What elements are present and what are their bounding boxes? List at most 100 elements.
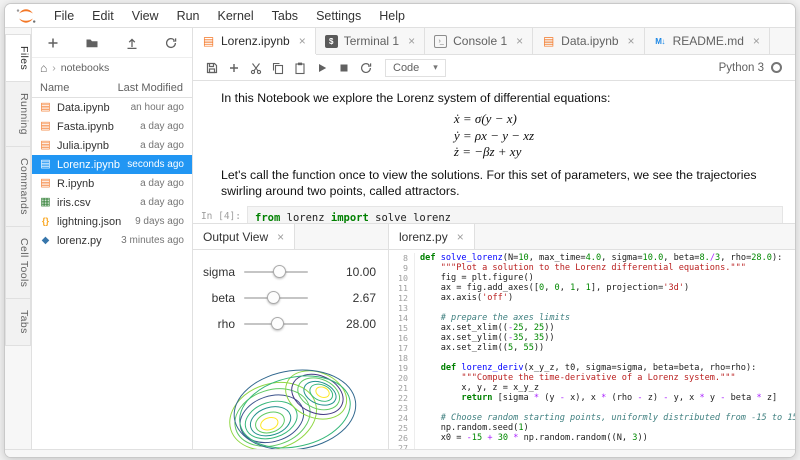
code-text: x0 = -15 + 30 * np.random.random((N, 3)) bbox=[420, 433, 648, 443]
slider-label: sigma bbox=[202, 265, 235, 279]
output-view-tab[interactable]: Output View bbox=[193, 224, 296, 249]
bottom-dock: Output View sigma 10.00 bbox=[193, 223, 795, 451]
slider-row: rho 28.00 bbox=[195, 311, 378, 337]
line-number: 15 bbox=[389, 323, 415, 333]
line-number: 12 bbox=[389, 293, 415, 303]
column-header-name[interactable]: Name bbox=[40, 82, 69, 94]
code-cell[interactable]: In [4]: from lorenz import solve_lorenzt… bbox=[199, 206, 783, 223]
notebook-content[interactable]: In this Notebook we explore the Lorenz s… bbox=[193, 81, 795, 223]
slider-track[interactable] bbox=[244, 291, 308, 304]
stop-button[interactable] bbox=[333, 57, 355, 79]
slider-handle[interactable] bbox=[270, 317, 284, 330]
sidebar-tab[interactable]: Commands bbox=[5, 146, 31, 227]
menu-items: File Edit View Run Kernel Tabs Settings Help bbox=[45, 9, 414, 23]
file-row[interactable]: Lorenz.ipynb seconds ago bbox=[32, 155, 192, 174]
dock-tab[interactable]: Console 1 bbox=[425, 28, 534, 54]
cell-type-dropdown[interactable]: Code ▾ bbox=[385, 58, 446, 77]
menu-item[interactable]: Help bbox=[370, 9, 414, 23]
file-row[interactable]: Julia.ipynb a day ago bbox=[32, 136, 192, 155]
file-row[interactable]: lightning.json 9 days ago bbox=[32, 212, 192, 231]
menu-item[interactable]: Kernel bbox=[209, 9, 263, 23]
slider-handle[interactable] bbox=[273, 265, 287, 278]
run-button[interactable] bbox=[311, 57, 333, 79]
sidebar-tab[interactable]: Tabs bbox=[5, 298, 31, 347]
main-dock: Lorenz.ipynb Terminal 1 Console 1 bbox=[193, 28, 795, 451]
slider-track[interactable] bbox=[244, 317, 308, 330]
restart-kernel-button[interactable] bbox=[355, 57, 377, 79]
new-launcher-button[interactable] bbox=[46, 36, 60, 50]
file-list-header: Name Last Modified bbox=[32, 78, 192, 98]
cell-input-area[interactable]: from lorenz import solve_lorenzt, x_t = … bbox=[247, 206, 783, 223]
code-line: 16 ax.set_ylim((-35, 35)) bbox=[389, 333, 795, 343]
sidebar-tab[interactable]: Running bbox=[5, 81, 31, 148]
cut-cells-button[interactable] bbox=[245, 57, 267, 79]
menu-item[interactable]: View bbox=[123, 9, 168, 23]
save-button[interactable] bbox=[201, 57, 223, 79]
line-number: 11 bbox=[389, 283, 415, 293]
slider-handle[interactable] bbox=[267, 291, 281, 304]
menu-item[interactable]: Edit bbox=[83, 9, 123, 23]
code-text: ax.set_xlim((-25, 25)) bbox=[420, 323, 555, 333]
close-icon[interactable] bbox=[753, 35, 760, 47]
file-name: iris.csv bbox=[57, 196, 91, 209]
slider-track[interactable] bbox=[244, 265, 308, 278]
sidebar-tab[interactable]: Files bbox=[5, 34, 31, 83]
file-type-icon bbox=[39, 234, 52, 247]
close-icon[interactable] bbox=[457, 231, 464, 243]
copy-cells-button[interactable] bbox=[267, 57, 289, 79]
file-modified: a day ago bbox=[140, 121, 184, 132]
file-browser: › notebooks Name Last Modified Data.ipyn… bbox=[32, 28, 193, 449]
code-text: from lorenz import solve_lorenz bbox=[255, 212, 451, 223]
close-icon[interactable] bbox=[516, 35, 523, 47]
file-row[interactable]: lorenz.py 3 minutes ago bbox=[32, 231, 192, 250]
refresh-button[interactable] bbox=[164, 36, 178, 50]
editor-tab[interactable]: lorenz.py bbox=[389, 224, 475, 249]
home-icon[interactable] bbox=[40, 61, 47, 75]
kernel-status-indicator[interactable] bbox=[771, 62, 782, 73]
paste-cells-button[interactable] bbox=[289, 57, 311, 79]
code-editor[interactable]: 8 def solve_lorenz(N=10, max_time=4.0, s… bbox=[389, 250, 795, 449]
dock-tab[interactable]: README.md bbox=[645, 28, 770, 54]
file-type-icon bbox=[39, 158, 52, 171]
file-row[interactable]: Fasta.ipynb a day ago bbox=[32, 117, 192, 136]
tab-file-type-icon bbox=[324, 34, 338, 48]
close-icon[interactable] bbox=[277, 231, 284, 243]
file-name: R.ipynb bbox=[57, 177, 95, 190]
sidebar-tab[interactable]: Cell Tools bbox=[5, 225, 31, 300]
slider-value: 2.67 bbox=[352, 291, 376, 305]
cell-type-value: Code bbox=[393, 61, 420, 74]
dock-tab[interactable]: Data.ipynb bbox=[533, 28, 645, 54]
menu-item[interactable]: Settings bbox=[307, 9, 370, 23]
close-icon[interactable] bbox=[299, 35, 306, 47]
code-line: 13 bbox=[389, 303, 795, 313]
dock-tab[interactable]: Terminal 1 bbox=[316, 28, 426, 54]
code-line: 17 ax.set_zlim((5, 55)) bbox=[389, 343, 795, 353]
jupyterlab-window: File Edit View Run Kernel Tabs Settings Help Fi… bbox=[4, 3, 796, 458]
output-view-tab-bar: Output View bbox=[193, 224, 388, 250]
file-row[interactable]: Data.ipynb an hour ago bbox=[32, 98, 192, 117]
column-header-modified[interactable]: Last Modified bbox=[118, 82, 183, 94]
file-name: lorenz.py bbox=[57, 234, 102, 247]
code-line: 15 ax.set_xlim((-25, 25)) bbox=[389, 323, 795, 333]
menu-item[interactable]: File bbox=[45, 9, 83, 23]
close-icon[interactable] bbox=[408, 35, 415, 47]
dock-tab[interactable]: Lorenz.ipynb bbox=[193, 28, 316, 54]
new-folder-button[interactable] bbox=[85, 36, 99, 50]
code-line: 20 """Compute the time-derivative of a L… bbox=[389, 373, 795, 383]
menu-item[interactable]: Run bbox=[168, 9, 209, 23]
upload-button[interactable] bbox=[125, 36, 139, 50]
kernel-name[interactable]: Python 3 bbox=[719, 62, 764, 74]
menu-item[interactable]: Tabs bbox=[263, 9, 307, 23]
dock-tab-label: README.md bbox=[672, 34, 744, 48]
file-modified: a day ago bbox=[140, 197, 184, 208]
file-row[interactable]: R.ipynb a day ago bbox=[32, 174, 192, 193]
file-row[interactable]: iris.csv a day ago bbox=[32, 193, 192, 212]
breadcrumb-current[interactable]: notebooks bbox=[61, 62, 109, 74]
close-icon[interactable] bbox=[628, 35, 635, 47]
file-list: Data.ipynb an hour ago Fasta.ipynb a day… bbox=[32, 98, 192, 449]
line-number: 26 bbox=[389, 433, 415, 443]
code-line: 12 ax.axis('off') bbox=[389, 293, 795, 303]
add-cell-button[interactable] bbox=[223, 57, 245, 79]
